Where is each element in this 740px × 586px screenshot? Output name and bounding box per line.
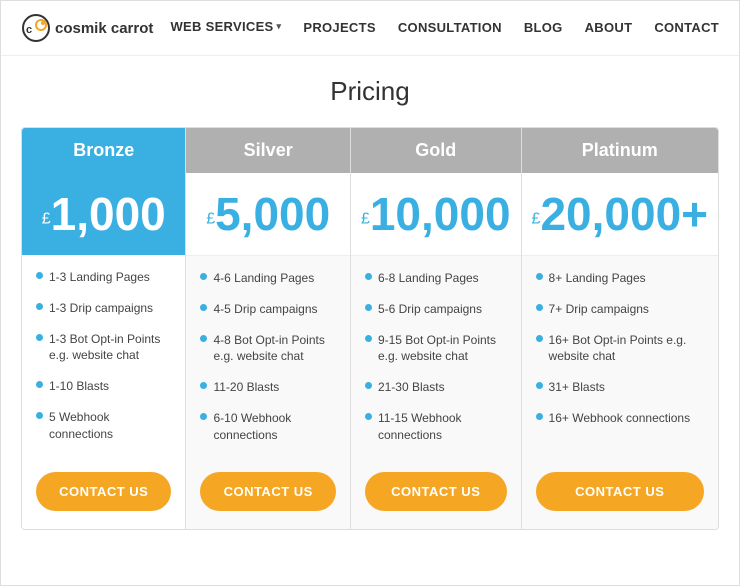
plan-platinum-features: 8+ Landing Pages 7+ Drip campaigns 16+ B… — [522, 256, 718, 458]
bullet-icon — [200, 273, 207, 280]
nav-link-web-services[interactable]: WEB SERVICES ▾ — [170, 19, 281, 34]
bullet-icon — [36, 334, 43, 341]
bullet-icon — [536, 382, 543, 389]
list-item: 31+ Blasts — [536, 379, 704, 396]
contact-us-button-silver[interactable]: CONTACT US — [200, 472, 335, 511]
contact-us-button-bronze[interactable]: CONTACT US — [36, 472, 171, 511]
page-title: Pricing — [21, 76, 719, 107]
list-item: 5 Webhook connections — [36, 409, 171, 443]
plan-platinum-header: Platinum — [522, 128, 718, 173]
plan-gold-price: £10,000 — [351, 173, 521, 256]
list-item: 16+ Webhook connections — [536, 410, 704, 427]
list-item: 1-10 Blasts — [36, 378, 171, 395]
list-item: 9-15 Bot Opt-in Points e.g. website chat — [365, 332, 507, 366]
nav-link-contact[interactable]: CONTACT — [654, 20, 719, 35]
bullet-icon — [536, 273, 543, 280]
plan-gold-amount: 10,000 — [370, 188, 511, 240]
plan-silver-features: 4-6 Landing Pages 4-5 Drip campaigns 4-8… — [186, 256, 349, 458]
bullet-icon — [200, 304, 207, 311]
list-item: 6-10 Webhook connections — [200, 410, 335, 444]
bullet-icon — [36, 412, 43, 419]
nav-link-about[interactable]: ABOUT — [585, 20, 633, 35]
logo-icon: c — [21, 13, 51, 43]
bullet-icon — [36, 272, 43, 279]
plan-gold-currency: £ — [361, 211, 370, 228]
plan-platinum-cta: CONTACT US — [522, 458, 718, 529]
contact-us-button-platinum[interactable]: CONTACT US — [536, 472, 704, 511]
nav-item-about[interactable]: ABOUT — [585, 19, 633, 37]
bullet-icon — [36, 381, 43, 388]
list-item: 8+ Landing Pages — [536, 270, 704, 287]
bullet-icon — [200, 413, 207, 420]
bullet-icon — [536, 335, 543, 342]
nav-item-web-services[interactable]: WEB SERVICES ▾ — [170, 19, 281, 37]
bullet-icon — [365, 273, 372, 280]
bullet-icon — [200, 382, 207, 389]
plan-bronze-cta: CONTACT US — [22, 458, 185, 529]
list-item: 11-20 Blasts — [200, 379, 335, 396]
svg-text:c: c — [26, 24, 32, 36]
plan-platinum-price: £20,000+ — [522, 173, 718, 256]
plan-bronze: Bronze £1,000 1-3 Landing Pages 1-3 Drip… — [22, 128, 186, 529]
plan-bronze-header: Bronze — [22, 128, 185, 173]
nav-item-contact[interactable]: CONTACT — [654, 19, 719, 37]
chevron-down-icon: ▾ — [277, 21, 282, 32]
plan-silver-cta: CONTACT US — [186, 458, 349, 529]
plan-silver-amount: 5,000 — [215, 188, 330, 240]
plan-gold-features: 6-8 Landing Pages 5-6 Drip campaigns 9-1… — [351, 256, 521, 458]
logo[interactable]: c cosmik carrot — [21, 13, 153, 43]
list-item: 1-3 Drip campaigns — [36, 300, 171, 317]
plan-gold-cta: CONTACT US — [351, 458, 521, 529]
nav-link-consultation[interactable]: CONSULTATION — [398, 20, 502, 35]
plan-bronze-features: 1-3 Landing Pages 1-3 Drip campaigns 1-3… — [22, 255, 185, 458]
plan-silver-header: Silver — [186, 128, 349, 173]
bullet-icon — [536, 304, 543, 311]
bullet-icon — [200, 335, 207, 342]
bullet-icon — [365, 304, 372, 311]
plan-bronze-currency: £ — [42, 211, 51, 228]
bullet-icon — [365, 335, 372, 342]
plan-platinum-amount: 20,000+ — [540, 188, 708, 240]
list-item: 6-8 Landing Pages — [365, 270, 507, 287]
list-item: 4-6 Landing Pages — [200, 270, 335, 287]
list-item: 5-6 Drip campaigns — [365, 301, 507, 318]
plan-platinum: Platinum £20,000+ 8+ Landing Pages 7+ Dr… — [522, 128, 718, 529]
pricing-table: Bronze £1,000 1-3 Landing Pages 1-3 Drip… — [21, 127, 719, 530]
main-content: Pricing Bronze £1,000 1-3 Landing Pages … — [1, 56, 739, 560]
plan-gold-header: Gold — [351, 128, 521, 173]
list-item: 1-3 Bot Opt-in Points e.g. website chat — [36, 331, 171, 365]
contact-us-button-gold[interactable]: CONTACT US — [365, 472, 507, 511]
brand-name: cosmik carrot — [55, 20, 153, 37]
nav-item-consultation[interactable]: CONSULTATION — [398, 19, 502, 37]
list-item: 1-3 Landing Pages — [36, 269, 171, 286]
nav-link-projects[interactable]: PROJECTS — [303, 20, 375, 35]
list-item: 4-8 Bot Opt-in Points e.g. website chat — [200, 332, 335, 366]
page-wrapper: c cosmik carrot WEB SERVICES ▾ PROJECTS … — [0, 0, 740, 586]
bullet-icon — [36, 303, 43, 310]
plan-silver-price: £5,000 — [186, 173, 349, 256]
bullet-icon — [536, 413, 543, 420]
nav-links: WEB SERVICES ▾ PROJECTS CONSULTATION BLO… — [170, 19, 719, 37]
plan-silver: Silver £5,000 4-6 Landing Pages 4-5 Drip… — [186, 128, 350, 529]
nav-item-blog[interactable]: BLOG — [524, 19, 563, 37]
plan-bronze-price: £1,000 — [22, 173, 185, 255]
plan-silver-currency: £ — [206, 211, 215, 228]
bullet-icon — [365, 382, 372, 389]
list-item: 4-5 Drip campaigns — [200, 301, 335, 318]
list-item: 21-30 Blasts — [365, 379, 507, 396]
navbar: c cosmik carrot WEB SERVICES ▾ PROJECTS … — [1, 1, 739, 56]
nav-link-blog[interactable]: BLOG — [524, 20, 563, 35]
plan-gold: Gold £10,000 6-8 Landing Pages 5-6 Drip … — [351, 128, 522, 529]
bullet-icon — [365, 413, 372, 420]
list-item: 16+ Bot Opt-in Points e.g. website chat — [536, 332, 704, 366]
nav-item-projects[interactable]: PROJECTS — [303, 19, 375, 37]
plan-bronze-amount: 1,000 — [51, 188, 166, 240]
list-item: 11-15 Webhook connections — [365, 410, 507, 444]
list-item: 7+ Drip campaigns — [536, 301, 704, 318]
